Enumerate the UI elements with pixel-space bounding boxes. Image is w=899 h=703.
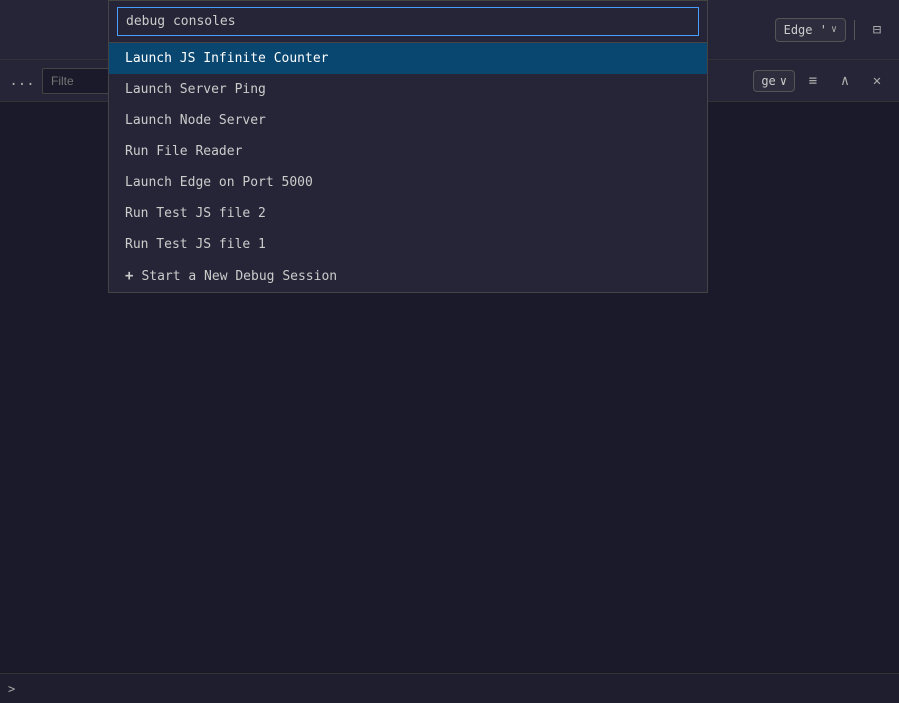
edge-badge-2[interactable]: ge ∨ (753, 70, 795, 92)
collapse-up-icon[interactable]: ∧ (831, 67, 859, 95)
command-input[interactable] (117, 7, 699, 36)
ellipsis-button[interactable]: ... (8, 67, 36, 95)
dropdown-item[interactable]: Run File Reader (109, 136, 707, 167)
dropdown-item-label: Run File Reader (125, 144, 242, 159)
dropdown-item[interactable]: Launch Server Ping (109, 74, 707, 105)
dropdown-item-label: Launch Edge on Port 5000 (125, 175, 313, 190)
command-palette: Launch JS Infinite Counter Launch Server … (108, 0, 708, 293)
chevron-icon-2: ∨ (780, 74, 787, 88)
bottom-chevron[interactable]: > (8, 682, 15, 696)
dropdown-item[interactable]: Run Test JS file 1 (109, 229, 707, 260)
dropdown-item[interactable]: Launch Node Server (109, 105, 707, 136)
close-icon[interactable]: ✕ (863, 67, 891, 95)
dropdown-item-label: Launch Node Server (125, 113, 266, 128)
edge-label: Edge ' (784, 23, 827, 37)
top-bar-right: Edge ' ∨ ⊟ (775, 16, 891, 44)
dropdown-item-label: Run Test JS file 2 (125, 206, 266, 221)
edge-chevron: ∨ (831, 24, 837, 35)
bottom-bar: > (0, 673, 899, 703)
layout-icon[interactable]: ⊟ (863, 16, 891, 44)
dropdown-item[interactable]: Run Test JS file 2 (109, 198, 707, 229)
dropdown-item-label: Start a New Debug Session (141, 269, 337, 284)
dropdown-item[interactable]: Launch Edge on Port 5000 (109, 167, 707, 198)
toolbar-separator (854, 20, 855, 40)
menu-icon[interactable]: ≡ (799, 67, 827, 95)
dropdown-item[interactable]: + Start a New Debug Session (109, 260, 707, 292)
plus-icon: + (125, 268, 133, 284)
command-input-wrapper (109, 1, 707, 43)
dropdown-list: Launch JS Infinite Counter Launch Server … (109, 43, 707, 292)
dropdown-item[interactable]: Launch JS Infinite Counter (109, 43, 707, 74)
dropdown-item-label: Run Test JS file 1 (125, 237, 266, 252)
dropdown-item-label: Launch JS Infinite Counter (125, 51, 329, 66)
edge-label-2: ge (761, 74, 775, 88)
second-bar-right: ge ∨ ≡ ∧ ✕ (753, 67, 891, 95)
edge-badge[interactable]: Edge ' ∨ (775, 18, 846, 42)
bottom-chevron-icon: > (8, 682, 15, 696)
dropdown-item-label: Launch Server Ping (125, 82, 266, 97)
